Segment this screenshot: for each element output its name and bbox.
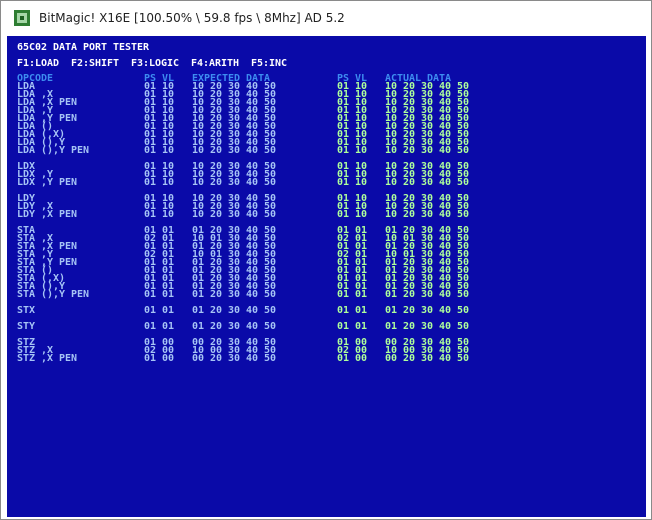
- opcode-label: STY: [17, 321, 36, 332]
- actual-values: 01 10 10 20 30 40 50: [337, 177, 470, 188]
- actual-values: 01 10 10 20 30 40 50: [337, 145, 470, 156]
- opcode-label: STA (),Y PEN: [17, 289, 90, 300]
- opcode-label: LDY ,X PEN: [17, 209, 78, 220]
- actual-values: 01 01 01 20 30 40 50: [337, 305, 470, 316]
- expected-values: 01 01 01 20 30 40 50: [144, 305, 277, 316]
- window-title: BitMagic! X16E [100.50% \ 59.8 fps \ 8Mh…: [39, 11, 345, 25]
- actual-values: 01 10 10 20 30 40 50: [337, 209, 470, 220]
- actual-values: 01 00 00 20 30 40 50: [337, 353, 470, 364]
- opcode-label: STZ ,X PEN: [17, 353, 78, 364]
- app-icon: [14, 10, 30, 26]
- expected-values: 01 00 00 20 30 40 50: [144, 353, 277, 364]
- opcode-label: STX: [17, 305, 36, 316]
- emulator-screen[interactable]: 65C02 DATA PORT TESTER F1:LOAD F2:SHIFT …: [7, 36, 646, 517]
- expected-values: 01 01 01 20 30 40 50: [144, 321, 277, 332]
- expected-values: 01 10 10 20 30 40 50: [144, 177, 277, 188]
- title-bar[interactable]: BitMagic! X16E [100.50% \ 59.8 fps \ 8Mh…: [1, 1, 651, 35]
- function-key-menu: F1:LOAD F2:SHIFT F3:LOGIC F4:ARITH F5:IN…: [17, 58, 288, 69]
- expected-values: 01 10 10 20 30 40 50: [144, 145, 277, 156]
- actual-values: 01 01 01 20 30 40 50: [337, 289, 470, 300]
- expected-values: 01 10 10 20 30 40 50: [144, 209, 277, 220]
- actual-values: 01 01 01 20 30 40 50: [337, 321, 470, 332]
- emulator-window: BitMagic! X16E [100.50% \ 59.8 fps \ 8Mh…: [0, 0, 652, 520]
- opcode-label: LDA (),Y PEN: [17, 145, 90, 156]
- screen-title: 65C02 DATA PORT TESTER: [17, 42, 150, 53]
- opcode-label: LDX ,Y PEN: [17, 177, 78, 188]
- expected-values: 01 01 01 20 30 40 50: [144, 289, 277, 300]
